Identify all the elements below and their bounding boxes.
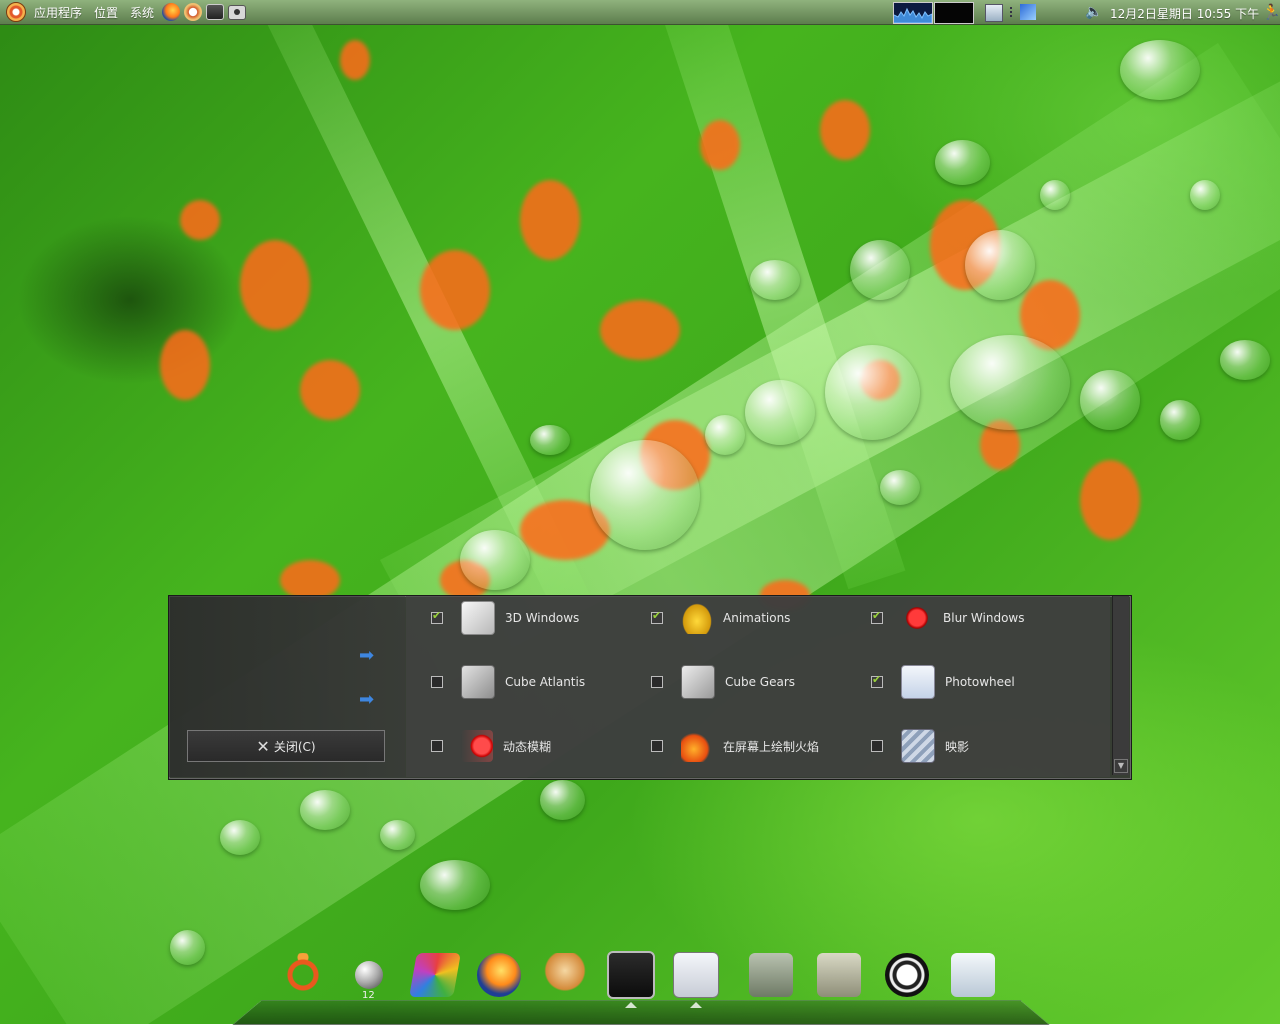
- motion-blur-icon: [461, 730, 493, 762]
- plugin-item-cube-gears: Cube Gears: [651, 664, 795, 700]
- plugin-list: 3D Windows Animations Blur Windows Cube …: [406, 596, 1110, 777]
- plugin-item-fire: 在屏幕上绘制火焰: [651, 728, 819, 764]
- help-icon[interactable]: [184, 3, 203, 21]
- network-icon[interactable]: [1020, 4, 1036, 20]
- dock-item-mail[interactable]: [540, 950, 590, 1000]
- plugin-label[interactable]: 3D Windows: [505, 611, 579, 625]
- mail-icon: [543, 953, 587, 997]
- dialog-sidebar: ➡ ➡ ✕ 关闭(C): [169, 596, 405, 777]
- running-indicator: [690, 1002, 702, 1008]
- dock-item-firefox[interactable]: [474, 950, 524, 1000]
- download-icon: [749, 953, 793, 997]
- plugin-label[interactable]: Blur Windows: [943, 611, 1025, 625]
- menu-applications[interactable]: 应用程序: [34, 4, 82, 21]
- plugin-checkbox[interactable]: [651, 609, 663, 624]
- top-panel: 应用程序 位置 系统 🔈 12月2日星期日 10:55 下午 🏃: [0, 0, 1280, 25]
- dock-ball-label: 12: [362, 990, 375, 1001]
- dock-item-download[interactable]: [746, 950, 796, 1000]
- fire-icon: [681, 730, 713, 762]
- cube-atlantis-icon: [461, 665, 495, 699]
- plugin-checkbox[interactable]: [651, 676, 663, 688]
- ball-icon: [355, 961, 383, 989]
- desktop-wallpaper: [0, 0, 1280, 1024]
- plugin-label[interactable]: Photowheel: [945, 675, 1015, 689]
- firefox-icon: [477, 953, 521, 997]
- blur-windows-icon: [901, 602, 933, 634]
- folder-icon: [817, 953, 861, 997]
- cube-gears-icon: [681, 665, 715, 699]
- plugin-item-blur-windows: Blur Windows: [871, 600, 1025, 636]
- terminal-icon: [607, 951, 655, 999]
- plugin-checkbox[interactable]: [651, 740, 663, 752]
- ubuntu-logo-icon[interactable]: [6, 2, 26, 22]
- compiz-settings-dialog: ➡ ➡ ✕ 关闭(C) 3D Windows Animations Blur W…: [168, 595, 1132, 780]
- plugin-item-cube-atlantis: Cube Atlantis: [431, 664, 585, 700]
- dock-item-folder[interactable]: [814, 950, 864, 1000]
- plugin-checkbox[interactable]: [431, 609, 443, 624]
- running-indicator: [625, 1002, 637, 1008]
- dock-item-preferences[interactable]: [671, 950, 721, 1008]
- drag-handle-icon[interactable]: [1010, 7, 1016, 17]
- plugin-item-photowheel: Photowheel: [871, 664, 1015, 700]
- dock-shelf: [232, 1000, 1050, 1025]
- arrow-right-icon[interactable]: ➡: [359, 647, 379, 665]
- close-icon: ✕: [256, 736, 270, 756]
- firefox-icon[interactable]: [162, 3, 181, 21]
- plugin-item-reflection: 映影: [871, 728, 969, 764]
- dock-item-terminal[interactable]: [606, 950, 656, 1008]
- plugin-list-scrollbar[interactable]: ▼: [1112, 596, 1129, 775]
- plugin-checkbox[interactable]: [431, 676, 443, 688]
- reflection-icon: [901, 729, 935, 763]
- plugin-checkbox[interactable]: [871, 609, 883, 624]
- plugin-item-motion-blur: 动态模糊: [431, 728, 551, 764]
- plugin-label[interactable]: Animations: [723, 611, 790, 625]
- terminal-icon[interactable]: [206, 4, 225, 20]
- photowheel-icon: [901, 665, 935, 699]
- menu-places[interactable]: 位置: [94, 4, 118, 21]
- dock-item-power[interactable]: [882, 950, 932, 1000]
- plugin-item-animations: Animations: [651, 600, 790, 636]
- plugin-label[interactable]: Cube Gears: [725, 675, 795, 689]
- dock-item-ubuntu[interactable]: [278, 950, 328, 1000]
- plugin-checkbox[interactable]: [431, 740, 443, 752]
- ubuntu-icon: [281, 953, 325, 997]
- close-button[interactable]: ✕ 关闭(C): [187, 730, 385, 762]
- plugin-checkbox[interactable]: [871, 673, 883, 688]
- arrow-right-icon[interactable]: ➡: [359, 691, 379, 709]
- network-graph[interactable]: [934, 2, 974, 24]
- cpu-graph[interactable]: [893, 2, 933, 24]
- close-button-label: 关闭(C): [273, 739, 316, 754]
- preferences-icon: [673, 952, 719, 998]
- power-icon: [885, 953, 929, 997]
- menu-system[interactable]: 系统: [130, 4, 154, 21]
- clock[interactable]: 12月2日星期日 10:55 下午: [1110, 5, 1259, 22]
- plugin-label[interactable]: 在屏幕上绘制火焰: [723, 738, 819, 755]
- dock-item-trash[interactable]: [948, 950, 998, 1000]
- trash-icon: [951, 953, 995, 997]
- screenshot-icon[interactable]: [228, 4, 247, 20]
- plugin-label[interactable]: 动态模糊: [503, 738, 551, 755]
- dock-item-colors[interactable]: [409, 950, 461, 1000]
- plugin-label[interactable]: 映影: [945, 738, 969, 755]
- volume-icon[interactable]: 🔈: [1085, 4, 1102, 20]
- scroll-down-button[interactable]: ▼: [1114, 759, 1128, 773]
- logout-icon[interactable]: 🏃: [1262, 3, 1280, 21]
- plugin-label[interactable]: Cube Atlantis: [505, 675, 585, 689]
- update-notifier-icon[interactable]: [985, 4, 1003, 22]
- plugin-item-3d-windows: 3D Windows: [431, 600, 579, 636]
- plugin-checkbox[interactable]: [871, 740, 883, 752]
- animations-icon: [681, 602, 713, 634]
- colors-icon: [409, 953, 461, 997]
- 3d-windows-icon: [461, 601, 495, 635]
